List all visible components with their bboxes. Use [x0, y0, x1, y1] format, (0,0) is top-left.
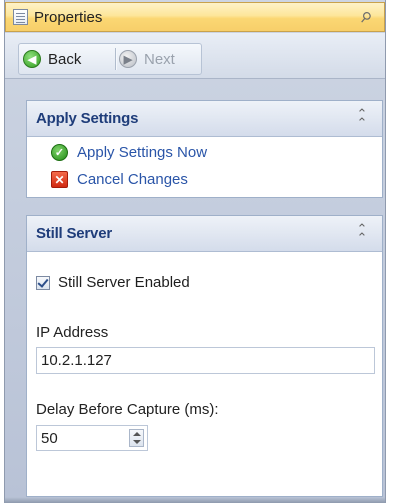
window-title: Properties — [34, 9, 103, 26]
ip-address-label: IP Address — [36, 324, 109, 341]
apply-settings-header[interactable]: Apply Settings ⌃ ⌃ — [27, 101, 382, 137]
document-icon — [13, 9, 28, 25]
apply-settings-panel: Apply Settings ⌃ ⌃ ✓ Apply Settings Now ✕… — [26, 100, 383, 198]
collapse-chevron-icon[interactable]: ⌃ ⌃ — [354, 222, 370, 244]
spin-up-icon[interactable] — [133, 432, 141, 436]
still-server-header[interactable]: Still Server ⌃ ⌃ — [27, 216, 382, 252]
delay-input[interactable] — [37, 426, 117, 450]
navigation-toolbar: ◀ Back ▶ Next — [5, 33, 385, 79]
delay-before-capture-label: Delay Before Capture (ms): — [36, 401, 219, 418]
nav-button-group: ◀ Back ▶ Next — [18, 43, 202, 75]
still-server-title: Still Server — [36, 225, 112, 242]
apply-settings-now-link[interactable]: ✓ Apply Settings Now — [51, 144, 207, 161]
back-label: Back — [48, 50, 82, 68]
still-server-enabled-checkbox[interactable]: Still Server Enabled — [36, 274, 190, 291]
spinner-buttons[interactable] — [129, 429, 144, 447]
back-button[interactable]: ◀ Back — [23, 44, 113, 74]
pin-icon[interactable]: ⚲ — [352, 3, 380, 31]
next-label: Next — [144, 50, 175, 68]
checkbox-checked-icon[interactable] — [36, 275, 50, 290]
title-bar: Properties ⚲ — [5, 2, 385, 32]
bottom-border — [5, 497, 385, 503]
apply-settings-title: Apply Settings — [36, 110, 139, 127]
collapse-chevron-icon[interactable]: ⌃ ⌃ — [354, 107, 370, 129]
cancel-changes-label: Cancel Changes — [77, 171, 188, 188]
properties-window: Properties ⚲ ◀ Back ▶ Next Apply Setting… — [4, 0, 386, 503]
apply-settings-now-label: Apply Settings Now — [77, 144, 208, 161]
delay-stepper — [36, 425, 148, 451]
back-arrow-icon: ◀ — [23, 50, 41, 68]
toolbar-separator — [115, 48, 117, 70]
cancel-icon: ✕ — [51, 171, 68, 188]
next-button[interactable]: ▶ Next — [119, 44, 199, 74]
cancel-changes-link[interactable]: ✕ Cancel Changes — [51, 171, 188, 188]
spin-down-icon[interactable] — [133, 440, 141, 444]
next-arrow-icon: ▶ — [119, 50, 137, 68]
still-server-panel: Still Server ⌃ ⌃ Still Server Enabled IP … — [26, 215, 383, 497]
ip-address-input[interactable] — [36, 347, 375, 374]
still-server-enabled-label: Still Server Enabled — [58, 274, 190, 291]
check-icon: ✓ — [51, 144, 68, 161]
